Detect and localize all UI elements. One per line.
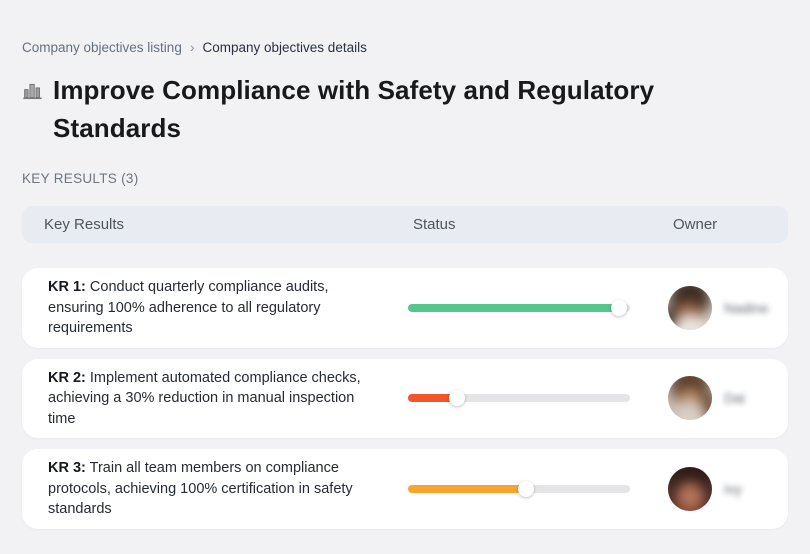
progress-knob[interactable] <box>610 299 627 316</box>
owner-name: Ivy <box>724 480 742 497</box>
key-result-row-2[interactable]: KR 2: Implement automated compliance che… <box>22 358 788 438</box>
avatar <box>668 285 712 330</box>
owner-name: Dai <box>724 390 746 407</box>
title-row: Improve Compliance with Safety and Regul… <box>22 71 788 147</box>
header-owner: Owner <box>673 216 718 233</box>
key-result-row-3[interactable]: KR 3: Train all team members on complian… <box>22 449 788 529</box>
kr-label: KR 1: <box>48 279 86 295</box>
chevron-right-icon: › <box>189 39 195 55</box>
progress-slider[interactable] <box>408 480 630 497</box>
progress-fill <box>408 484 526 493</box>
key-result-row-1[interactable]: KR 1: Conduct quarterly compliance audit… <box>22 268 788 348</box>
header-status: Status <box>413 216 456 233</box>
owner-cell: Ivy <box>668 466 788 511</box>
kr-label: KR 3: <box>48 460 86 476</box>
progress-knob[interactable] <box>517 480 534 497</box>
progress-slider[interactable] <box>408 299 630 316</box>
owner-name: Nadine <box>724 299 769 316</box>
progress-slider[interactable] <box>408 390 630 407</box>
breadcrumb-objectives-details: Company objectives details <box>202 40 367 55</box>
header-key-results: Key Results <box>44 216 125 233</box>
avatar <box>668 466 712 511</box>
breadcrumb-objectives-listing[interactable]: Company objectives listing <box>22 40 182 55</box>
progress-knob[interactable] <box>448 390 465 407</box>
table-header: Key Results Status Owner <box>22 206 788 243</box>
kr-label: KR 2: <box>48 369 86 386</box>
owner-cell: Nadine <box>668 285 788 330</box>
page-title: Improve Compliance with Safety and Regul… <box>53 75 655 143</box>
owner-cell: Dai <box>668 376 788 421</box>
city-buildings-icon <box>22 80 43 106</box>
key-results-list: KR 1: Conduct quarterly compliance audit… <box>22 268 788 529</box>
breadcrumb: Company objectives listing › Company obj… <box>22 0 788 55</box>
avatar <box>668 376 712 421</box>
kr-description: KR 1: Conduct quarterly compliance audit… <box>48 279 329 336</box>
objective-details-page: Company objectives listing › Company obj… <box>0 0 810 529</box>
progress-fill <box>408 303 619 312</box>
kr-description: KR 2: Implement automated compliance che… <box>48 369 361 427</box>
key-results-count-label: KEY RESULTS (3) <box>22 171 139 186</box>
kr-description: KR 3: Train all team members on complian… <box>48 460 353 517</box>
